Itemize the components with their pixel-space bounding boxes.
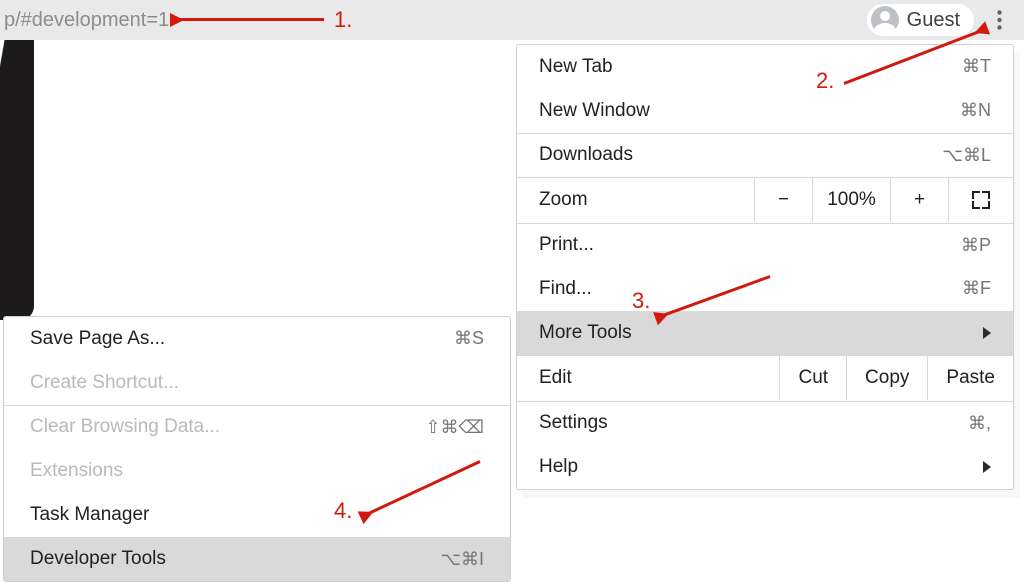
address-bar-fragment[interactable]: p/#development=1 [0,9,169,32]
menu-shortcut: ⌘P [939,235,991,256]
menu-item-settings[interactable]: Settings ⌘, [517,401,1013,445]
menu-shortcut: ⌘N [939,100,991,121]
menu-item-new-window[interactable]: New Window ⌘N [517,89,1013,133]
menu-shortcut: ⌘F [939,278,991,299]
main-dropdown-menu: New Tab ⌘T New Window ⌘N Downloads ⌥⌘L Z… [516,44,1014,490]
menu-label: Task Manager [30,504,484,526]
submenu-item-developer-tools[interactable]: Developer Tools ⌥⌘I [4,537,510,581]
submenu-item-create-shortcut: Create Shortcut... [4,361,510,405]
submenu-item-save-page-as[interactable]: Save Page As... ⌘S [4,317,510,361]
edit-copy-button[interactable]: Copy [847,356,928,400]
edit-paste-button[interactable]: Paste [928,356,1013,400]
chevron-right-icon [983,461,991,473]
menu-label: Find... [539,278,939,300]
menu-label: Zoom [539,189,754,211]
menu-item-more-tools[interactable]: More Tools [517,311,1013,355]
avatar-icon [871,6,899,34]
edit-cut-button[interactable]: Cut [780,356,847,400]
menu-label: New Window [539,100,939,122]
submenu-item-extensions: Extensions [4,449,510,493]
menu-label: Edit [539,367,779,389]
menu-item-new-tab[interactable]: New Tab ⌘T [517,45,1013,89]
fullscreen-icon [972,191,990,209]
submenu-item-clear-browsing-data: Clear Browsing Data... ⇧⌘⌫ [4,405,510,449]
menu-label: Extensions [30,460,484,482]
menu-label: Help [539,456,975,478]
profile-label: Guest [907,9,960,32]
menu-item-zoom: Zoom − 100% + [517,177,1013,223]
menu-shortcut: ⌥⌘I [432,549,484,570]
menu-label: Save Page As... [30,328,432,350]
menu-label: More Tools [539,322,975,344]
menu-label: New Tab [539,56,939,78]
menu-item-print[interactable]: Print... ⌘P [517,223,1013,267]
menu-label: Downloads [539,144,939,166]
zoom-level: 100% [813,178,891,222]
menu-label: Clear Browsing Data... [30,416,425,438]
fullscreen-button[interactable] [949,178,1013,222]
zoom-in-button[interactable]: + [891,178,949,222]
menu-label: Developer Tools [30,548,432,570]
submenu-item-task-manager[interactable]: Task Manager [4,493,510,537]
menu-item-downloads[interactable]: Downloads ⌥⌘L [517,133,1013,177]
menu-item-help[interactable]: Help [517,445,1013,489]
more-tools-submenu: Save Page As... ⌘S Create Shortcut... Cl… [3,316,511,582]
browser-top-bar: p/#development=1 Guest [0,0,1024,40]
kebab-icon [997,10,1002,30]
menu-label: Settings [539,412,939,434]
menu-shortcut: ⇧⌘⌫ [425,417,484,438]
menu-shortcut: ⌘T [939,56,991,77]
chevron-right-icon [983,327,991,339]
menu-item-find[interactable]: Find... ⌘F [517,267,1013,311]
menu-label: Create Shortcut... [30,372,484,394]
menu-shortcut: ⌘, [939,413,991,434]
profile-button[interactable]: Guest [867,4,974,36]
page-content-sliver [0,40,34,320]
menu-label: Print... [539,234,939,256]
menu-shortcut: ⌥⌘L [939,145,991,166]
kebab-menu-button[interactable] [984,5,1014,35]
menu-shortcut: ⌘S [432,328,484,349]
zoom-out-button[interactable]: − [755,178,813,222]
menu-item-edit: Edit Cut Copy Paste [517,355,1013,401]
